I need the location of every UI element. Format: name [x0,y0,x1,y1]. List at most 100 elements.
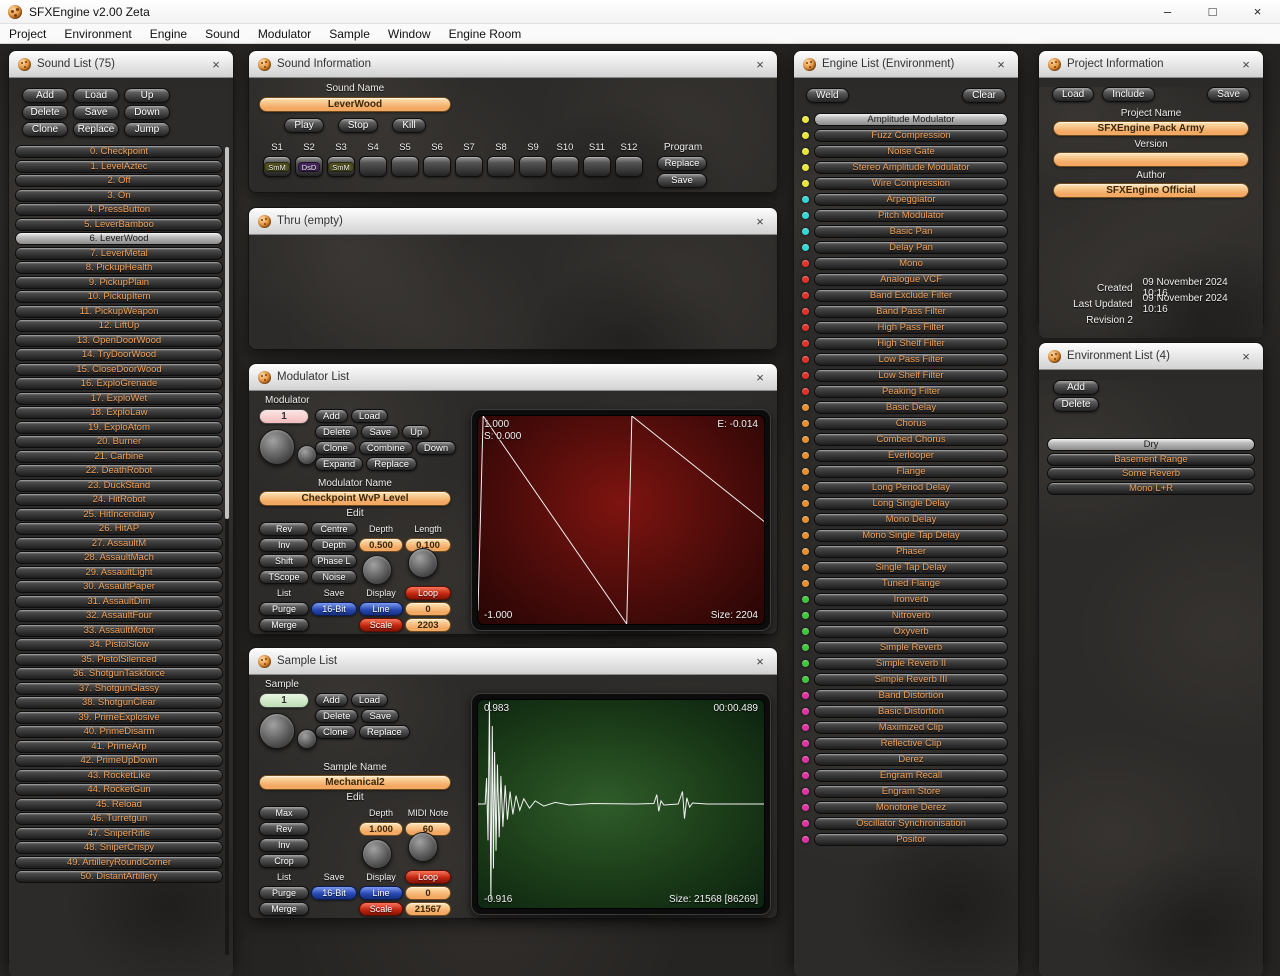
sound-list-item[interactable]: 2. Off [15,174,223,187]
engine-list-item[interactable]: Combed Chorus [814,432,1008,446]
sound-list-item[interactable]: 47. SniperRifle [15,826,223,840]
program-replace-button[interactable]: Replace [657,156,707,171]
engine-list-item[interactable]: Single Tap Delay [814,560,1008,574]
kill-button[interactable]: Kill [392,118,426,133]
crop-button[interactable]: Crop [259,854,309,868]
slot-button[interactable] [551,156,579,177]
down-button[interactable]: Down [124,105,170,120]
sound-list-item[interactable]: 39. PrimeExplosive [15,710,223,724]
sound-list-header[interactable]: Sound List (75) × [9,51,233,78]
slot-button[interactable] [423,156,451,177]
modulator-waveform-display[interactable]: 1.000 S: 0.000 E: -0.014 -1.000 Size: 22… [471,409,771,631]
sound-list-item[interactable]: 8. PickupHealth [15,261,223,274]
engine-list-item[interactable]: Phaser [814,544,1008,558]
engine-list-item[interactable]: Basic Pan [814,224,1008,238]
sample-index-field[interactable]: 1 [259,693,309,708]
save-button[interactable]: Save [361,709,400,723]
sound-list-item[interactable]: 50. DistantArtillery [15,870,223,883]
engine-list-item[interactable]: Flange [814,464,1008,478]
engine-list-item[interactable]: Basic Distortion [814,704,1008,718]
engine-list-item[interactable]: Stereo Amplitude Modulator [814,160,1008,174]
engine-list-item[interactable]: Mono Single Tap Delay [814,528,1008,542]
menu-item[interactable]: Sound [196,24,249,44]
menu-item[interactable]: Environment [55,24,140,44]
sound-list-item[interactable]: 25. HitIncendiary [15,507,223,521]
engine-list-item[interactable]: High Pass Filter [814,320,1008,334]
engine-list-item[interactable]: Chorus [814,416,1008,430]
scrollbar[interactable] [225,147,229,955]
engine-list-item[interactable]: Band Pass Filter [814,304,1008,318]
delete-button[interactable]: Delete [22,105,68,120]
modulator-list-header[interactable]: Modulator List × [249,364,777,391]
slot-button[interactable] [615,156,643,177]
sound-list-item[interactable]: 18. ExploLaw [15,406,223,419]
stop-button[interactable]: Stop [337,118,379,133]
sound-list-item[interactable]: 4. PressButton [15,203,223,216]
sound-list-item[interactable]: 42. PrimeUpDown [15,754,223,767]
delete-button[interactable]: Delete [315,709,359,723]
slot-button[interactable] [583,156,611,177]
purge-button[interactable]: Purge [259,602,309,616]
menu-item[interactable]: Window [379,24,440,44]
sound-name-field[interactable]: LeverWood [259,97,451,112]
engine-list-item[interactable]: Long Period Delay [814,480,1008,494]
sound-list-item[interactable]: 49. ArtilleryRoundCorner [15,855,223,869]
sound-list-item[interactable]: 12. LiftUp [15,319,223,332]
up-button[interactable]: Up [402,425,431,439]
modulator-knob-small[interactable] [297,445,317,465]
close-icon[interactable]: × [752,57,768,72]
add-button[interactable]: Add [315,693,348,707]
centre-button[interactable]: Centre [311,522,357,536]
sample-list-header[interactable]: Sample List × [249,648,777,675]
rev-button[interactable]: Rev [259,822,309,836]
depth-value-field[interactable]: 0.500 [359,538,403,552]
sound-list-item[interactable]: 33. AssaultMotor [15,623,223,637]
bits-button[interactable]: 16-Bit [311,886,357,900]
scale-button[interactable]: Scale [359,902,403,916]
bits-button[interactable]: 16-Bit [311,602,357,616]
engine-list-item[interactable]: Mono Delay [814,512,1008,526]
include-button[interactable]: Include [1102,87,1155,102]
delete-button[interactable]: Delete [1053,397,1099,412]
delete-button[interactable]: Delete [315,425,359,439]
minimize-button[interactable]: – [1145,0,1190,24]
load-button[interactable]: Load [350,693,389,707]
sound-list-item[interactable]: 34. PistolSlow [15,638,223,651]
engine-list-item[interactable]: Band Exclude Filter [814,288,1008,302]
environment-list-item[interactable]: Some Reverb [1047,467,1255,480]
sound-list-item[interactable]: 46. Turretgun [15,812,223,825]
sample-midi-knob[interactable] [408,832,438,862]
sound-list-item[interactable]: 3. On [15,188,223,202]
noise-button[interactable]: Noise [311,570,357,584]
slot-button[interactable]: DsD [295,156,323,177]
sample-depth-knob[interactable] [362,839,392,869]
slot-button[interactable] [487,156,515,177]
sound-list-item[interactable]: 15. CloseDoorWood [15,362,223,376]
sound-list-item[interactable]: 35. PistolSilenced [15,652,223,666]
sample-waveform-display[interactable]: 0.983 00:00.489 -0.916 Size: 21568 [8626… [471,693,771,915]
engine-list-item[interactable]: Oxyverb [814,624,1008,638]
sound-list-item[interactable]: 13. OpenDoorWood [15,333,223,347]
add-button[interactable]: Add [1053,380,1099,395]
sound-list-item[interactable]: 0. Checkpoint [15,145,223,158]
engine-list-item[interactable]: Basic Delay [814,400,1008,414]
engine-list-item[interactable]: Everlooper [814,448,1008,462]
environment-list-item[interactable]: Basement Range [1047,452,1255,466]
engine-list-item[interactable]: Engram Store [814,784,1008,798]
merge-button[interactable]: Merge [259,618,309,632]
engine-list-item[interactable]: Fuzz Compression [814,128,1008,142]
menu-item[interactable]: Engine [141,24,196,44]
loop-button[interactable]: Loop [405,870,451,884]
depth-value-field[interactable]: 1.000 [359,822,403,836]
close-icon[interactable]: × [208,57,224,72]
replace-button[interactable]: Replace [358,725,410,739]
sound-list-item[interactable]: 26. HitAP [15,522,223,535]
sound-list-item[interactable]: 45. Reload [15,797,223,811]
inv-button[interactable]: Inv [259,538,309,552]
engine-list-item[interactable]: Engram Recall [814,768,1008,782]
line-button[interactable]: Line [359,602,403,616]
engine-list-item[interactable]: Delay Pan [814,240,1008,254]
engine-list-item[interactable]: Low Pass Filter [814,352,1008,366]
sample-knob-small[interactable] [297,729,317,749]
close-button[interactable]: × [1235,0,1280,24]
